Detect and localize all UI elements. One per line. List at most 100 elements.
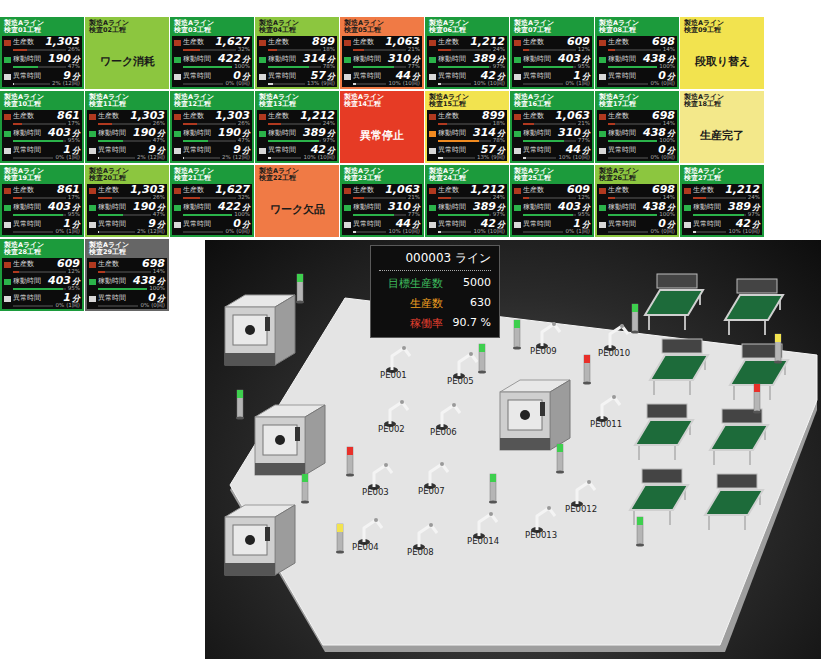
tile-body: 生産数60912%稼動時間403分95%異常時間1分0%(1回) [512, 184, 592, 235]
metric-percent: 97% [493, 212, 505, 218]
metric-unit: 分 [667, 129, 675, 138]
metric-label: 異常時間 [438, 221, 479, 228]
metric-bar-fill [13, 66, 38, 68]
signal-tower-icon [774, 334, 782, 364]
process-tile[interactable]: 製造Aライン検査16工程生産数1,06321%稼動時間310分77%異常時間44… [510, 91, 594, 163]
signal-tower-icon [753, 384, 761, 414]
metric-unit: 分 [327, 129, 335, 138]
tile-header: 製造Aライン検査11工程 [87, 93, 167, 110]
metric-label: 稼動時間 [98, 278, 131, 285]
metric-unit: 分 [72, 146, 80, 155]
metric-indicator [259, 74, 266, 80]
process-tile[interactable]: 製造Aライン検査09工程段取り替え [680, 17, 764, 89]
metric-sub: 10%(10回) [429, 229, 505, 235]
metric-indicator [4, 205, 11, 211]
metric-label: 生産数 [13, 261, 55, 268]
metric-label: 異常時間 [98, 295, 146, 302]
process-tile[interactable]: 製造Aライン検査10工程生産数86117%稼動時間403分95%異常時間1分0%… [0, 91, 84, 163]
process-tile[interactable]: 製造Aライン検査13工程生産数1,21224%稼動時間389分97%異常時間42… [255, 91, 339, 163]
metric-main: 稼動時間310分 [514, 127, 590, 138]
tile-header: 製造Aライン検査02工程 [87, 19, 167, 36]
conveyor [635, 404, 693, 460]
metric-bar [693, 197, 746, 199]
process-tile[interactable]: 製造Aライン検査04工程生産数89918%稼動時間314分78%異常時間57分1… [255, 17, 339, 89]
metric-row: 異常時間44分10%(10回) [514, 144, 590, 161]
metric-label: 生産数 [353, 187, 383, 194]
metric-count: (12回) [148, 229, 165, 235]
metric-percent: 24% [493, 47, 505, 53]
stat-value: 5000 [453, 276, 491, 291]
process-tile[interactable]: 製造Aライン検査06工程生産数1,21224%稼動時間389分97%異常時間42… [425, 17, 509, 89]
process-tile[interactable]: 製造Aライン検査25工程生産数60912%稼動時間403分95%異常時間1分0%… [510, 165, 594, 237]
metric-main: 稼動時間190分 [174, 127, 250, 138]
metric-indicator [4, 296, 11, 302]
metric-bar [608, 83, 648, 85]
signal-tower-icon [583, 355, 591, 385]
stat-label: 生産数 [379, 296, 443, 311]
process-tile[interactable]: 製造Aライン検査05工程生産数1,06321%稼動時間310分77%異常時間44… [340, 17, 424, 89]
metric-percent: 18% [493, 121, 505, 127]
process-tile[interactable]: 製造Aライン検査01工程生産数1,30326%稼動時間190分47%異常時間9分… [0, 17, 84, 89]
process-tile[interactable]: 製造Aライン検査28工程生産数60912%稼動時間403分95%異常時間1分0%… [0, 239, 84, 311]
metric-value: 310分 [558, 127, 590, 138]
process-tile[interactable]: 製造Aライン検査21工程生産数1,62732%稼動時間422分100%異常時間0… [170, 165, 254, 237]
process-tile[interactable]: 製造Aライン検査15工程生産数89918%稼動時間314分78%異常時間57分1… [425, 91, 509, 163]
metric-label: 異常時間 [183, 73, 231, 80]
metric-main: 生産数1,212 [429, 184, 505, 195]
process-tile[interactable]: 製造Aライン検査23工程生産数1,06321%稼動時間310分77%異常時間44… [340, 165, 424, 237]
process-tile[interactable]: 製造Aライン検査02工程ワーク消耗 [85, 17, 169, 89]
process-tile[interactable]: 製造Aライン検査26工程生産数69814%稼動時間438分100%異常時間0分0… [595, 165, 679, 237]
metric-indicator [514, 74, 521, 80]
process-tile[interactable]: 製造Aライン検査08工程生産数69814%稼動時間438分100%異常時間0分0… [595, 17, 679, 89]
process-tile[interactable]: 製造Aライン検査24工程生産数1,21224%稼動時間389分97%異常時間42… [425, 165, 509, 237]
metric-row: 稼動時間310分77% [344, 201, 420, 218]
conveyor [645, 274, 703, 330]
process-tile[interactable]: 製造Aライン検査03工程生産数1,62732%稼動時間422分100%異常時間0… [170, 17, 254, 89]
metric-percent: 14% [153, 269, 165, 275]
metric-percent: 13% [477, 155, 489, 161]
metric-main: 生産数1,212 [429, 36, 505, 47]
process-name: 検査23工程 [344, 175, 420, 182]
process-tile[interactable]: 製造Aライン検査07工程生産数60912%稼動時間403分95%異常時間1分0%… [510, 17, 594, 89]
robot-label: PE007 [418, 486, 445, 496]
metric-row: 稼動時間403分95% [514, 53, 590, 70]
tile-header: 製造Aライン検査20工程 [87, 167, 167, 184]
metric-unit: 分 [582, 203, 590, 212]
process-tile[interactable]: 製造Aライン検査17工程生産数69814%稼動時間438分100%異常時間0分0… [595, 91, 679, 163]
metric-unit: 分 [667, 72, 675, 81]
robot-label: PE004 [352, 542, 379, 552]
metric-bar [13, 214, 66, 216]
process-tile[interactable]: 製造Aライン検査29工程生産数69814%稼動時間438分100%異常時間0分0… [85, 239, 169, 311]
metric-main: 異常時間0分 [174, 218, 250, 229]
metric-label: 生産数 [98, 261, 140, 268]
process-tile[interactable]: 製造Aライン検査22工程ワーク欠品 [255, 165, 339, 237]
process-name: 検査24工程 [429, 175, 505, 182]
process-tile[interactable]: 製造Aライン検査14工程異常停止 [340, 91, 424, 163]
metric-row: 稼動時間403分95% [4, 127, 80, 144]
metric-bar [98, 231, 135, 233]
metric-label: 生産数 [13, 39, 43, 46]
tile-header: 製造Aライン検査14工程 [342, 93, 422, 110]
process-tile[interactable]: 製造Aライン検査12工程生産数1,30326%稼動時間190分47%異常時間9分… [170, 91, 254, 163]
metric-bar [13, 271, 66, 273]
process-tile[interactable]: 製造Aライン検査11工程生産数1,30326%稼動時間190分47%異常時間9分… [85, 91, 169, 163]
status-label: 生産完了 [682, 110, 762, 161]
robot-label: PE001 [380, 370, 407, 380]
process-tile[interactable]: 製造Aライン検査18工程生産完了 [680, 91, 764, 163]
process-tile[interactable]: 製造Aライン検査27工程生産数1,21224%稼動時間389分97%異常時間42… [680, 165, 764, 237]
metric-unit: 分 [582, 129, 590, 138]
metric-indicator [599, 148, 606, 154]
metric-bar [13, 49, 66, 51]
signal-tower-icon [296, 274, 304, 304]
process-tile[interactable]: 製造Aライン検査20工程生産数1,30326%稼動時間190分47%異常時間9分… [85, 165, 169, 237]
metric-bar-fill [438, 214, 489, 216]
robot-icon [536, 322, 560, 349]
signal-tower-icon [236, 390, 244, 420]
metric-percent: 100% [659, 138, 675, 144]
process-tile[interactable]: 製造Aライン検査19工程生産数86117%稼動時間403分95%異常時間1分0%… [0, 165, 84, 237]
metric-value: 609 [57, 258, 80, 269]
metric-bar-fill [608, 123, 615, 125]
process-name: 検査04工程 [259, 27, 335, 34]
metric-bar-fill [13, 288, 63, 290]
metric-unit: 分 [242, 203, 250, 212]
